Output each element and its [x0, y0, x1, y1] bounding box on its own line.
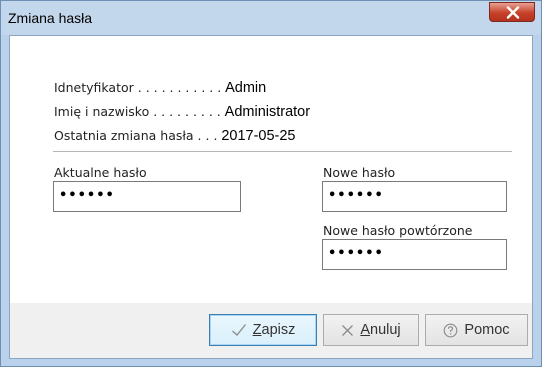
name-label: Imię i nazwisko . . . . . . . . .	[54, 104, 221, 119]
name-value: Administrator	[224, 104, 311, 120]
change-password-window: Zmiana hasła Idnetyfikator . . . . . . .…	[0, 0, 542, 367]
help-button[interactable]: Pomoc	[425, 314, 528, 346]
current-password-input[interactable]: ••••••	[53, 181, 241, 212]
repeat-password-label: Nowe hasło powtórzone	[323, 223, 473, 238]
current-password-label: Aktualne hasło	[54, 165, 147, 180]
close-button[interactable]	[489, 2, 535, 22]
new-password-label: Nowe hasło	[323, 165, 396, 180]
checkmark-icon	[231, 323, 247, 337]
cancel-label: Anuluj	[360, 322, 401, 338]
new-password-input[interactable]: ••••••	[322, 181, 507, 212]
repeat-password-input[interactable]: ••••••	[322, 239, 507, 270]
identifier-label: Idnetyfikator . . . . . . . . . . .	[54, 80, 222, 95]
save-label: Zapisz	[252, 322, 296, 338]
question-circle-icon	[443, 323, 458, 338]
save-button[interactable]: Zapisz	[209, 314, 317, 346]
name-row: Imię i nazwisko . . . . . . . . . Admini…	[54, 103, 310, 120]
x-icon	[341, 324, 354, 337]
cancel-button[interactable]: Anuluj	[323, 314, 419, 346]
identifier-value: Admin	[225, 80, 267, 96]
close-icon	[506, 6, 520, 19]
last-change-row: Ostatnia zmiana hasła . . . 2017-05-25	[54, 127, 295, 144]
title-bar[interactable]: Zmiana hasła	[1, 1, 541, 35]
separator	[53, 151, 512, 152]
help-label: Pomoc	[464, 322, 510, 338]
window-title: Zmiana hasła	[8, 10, 93, 26]
last-change-label: Ostatnia zmiana hasła . . .	[54, 128, 218, 143]
dialog-content: Idnetyfikator . . . . . . . . . . . Admi…	[9, 35, 533, 359]
last-change-value: 2017-05-25	[221, 128, 296, 144]
identifier-row: Idnetyfikator . . . . . . . . . . . Admi…	[54, 79, 266, 96]
